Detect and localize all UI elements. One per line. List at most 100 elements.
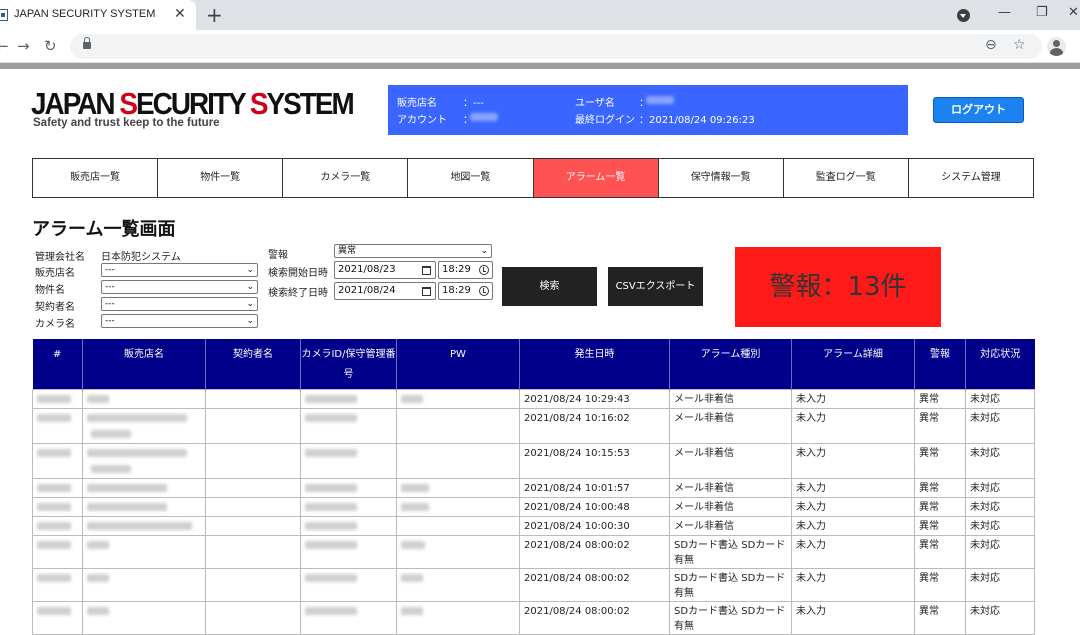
alarm-select[interactable]: 異常 ⌄ [334,244,492,258]
cell-alarm-type: SDカード書込 SDカード有無 [669,600,792,635]
cell-alarm: 異常 [914,388,966,409]
cell-alarm: 異常 [914,600,966,635]
cell-empty [205,567,301,602]
search-button[interactable]: 検索 [502,267,597,306]
cell-redacted [32,534,83,569]
col-header-contractor[interactable]: 契約者名 [205,339,301,389]
table-row[interactable]: 2021/08/24 10:00:30 メール非着信 未入力 異常 未対応 [32,515,1035,536]
company-label: 管理会社名 [35,252,85,263]
cell-redacted [82,496,206,517]
calendar-icon[interactable] [422,266,431,275]
main-nav: 販売店一覧 物件一覧 カメラ一覧 地図一覧 アラーム一覧 保守情報一覧 監査ログ… [32,158,1034,198]
cell-redacted [300,567,397,602]
dealer-label: 販売店名 [397,98,437,109]
table-row[interactable]: 2021/08/24 08:00:02 SDカード書込 SDカード有無 未入力 … [32,567,1035,602]
contractor-select[interactable]: --- ⌄ [101,297,258,311]
cell-alarm: 異常 [914,567,966,602]
cell-redacted [32,388,83,409]
cell-redacted [396,388,520,409]
cell-status: 未対応 [965,515,1035,536]
nav-audit-log[interactable]: 監査ログ一覧 [784,159,909,197]
cell-datetime: 2021/08/24 08:00:02 [519,600,670,635]
window-close-icon[interactable]: ✕ [1068,5,1079,20]
property-select-value: --- [105,282,115,292]
cell-datetime: 2021/08/24 10:16:02 [519,407,670,444]
property-filter-label: 物件名 [35,285,65,296]
csv-export-button[interactable]: CSVエクスポート [608,267,703,306]
clock-icon[interactable] [479,286,489,296]
col-header-alarm[interactable]: 警報 [914,339,966,389]
end-date-input[interactable]: 2021/08/24 [334,282,436,300]
user-info-panel: 販売店名 ：--- アカウント ： ユーザ名 ： 最終ログイン ：2021/08… [388,85,908,135]
chevron-down-icon: ⌄ [246,265,254,275]
logo-text: YSTEM [266,86,355,121]
start-datetime-label: 検索開始日時 [268,268,328,279]
cell-datetime: 2021/08/24 08:00:02 [519,534,670,569]
cell-redacted [32,567,83,602]
table-row[interactable]: 2021/08/24 08:00:02 SDカード書込 SDカード有無 未入力 … [32,600,1035,635]
new-tab-icon[interactable]: + [206,3,223,27]
cell-status: 未対応 [965,567,1035,602]
col-header-alarm-type[interactable]: アラーム種別 [669,339,792,389]
forward-icon[interactable]: → [17,37,30,55]
profile-avatar-icon[interactable] [1047,37,1066,56]
start-time-input[interactable]: 18:29 [438,261,493,279]
bookmark-star-icon[interactable]: ☆ [1013,37,1026,53]
col-header-datetime[interactable]: 発生日時 [519,339,670,389]
tab-close-icon[interactable]: ✕ [174,6,186,22]
restore-icon[interactable]: ❐ [1036,5,1048,20]
table-row[interactable]: 2021/08/24 10:00:48 メール非着信 未入力 異常 未対応 [32,496,1035,517]
col-header-pw[interactable]: PW [396,339,520,389]
nav-cameras[interactable]: カメラ一覧 [283,159,409,197]
nav-maintenance[interactable]: 保守情報一覧 [659,159,784,197]
cell-redacted [82,534,206,569]
col-header-alarm-detail[interactable]: アラーム詳細 [791,339,915,389]
cell-alarm-type: メール非着信 [669,496,792,517]
cell-alarm-detail: 未入力 [791,388,915,409]
col-header-camera-id[interactable]: カメラID/保守管理番号 [300,339,397,389]
reload-icon[interactable]: ↻ [44,37,57,55]
table-row[interactable]: 2021/08/24 10:15:53 メール非着信 未入力 異常 未対応 [32,442,1035,479]
nav-alarms[interactable]: アラーム一覧 [533,159,659,197]
table-row[interactable]: 2021/08/24 10:16:02 メール非着信 未入力 異常 未対応 [32,407,1035,444]
browser-toolbar: ← → ↻ ⊖ ☆ [0,30,1080,63]
cell-empty [205,388,301,409]
zoom-icon[interactable]: ⊖ [985,37,997,53]
back-icon[interactable]: ← [0,37,9,55]
cell-status: 未対応 [965,388,1035,409]
cell-redacted [300,496,397,517]
account-label: アカウント [397,115,447,126]
minimize-icon[interactable]: — [998,5,1011,20]
start-date-input[interactable]: 2021/08/23 [334,261,436,279]
cell-alarm: 異常 [914,477,966,498]
address-bar[interactable]: ⊖ ☆ [70,34,1042,59]
end-time-input[interactable]: 18:29 [438,282,493,300]
dealer-select[interactable]: --- ⌄ [101,263,258,277]
cell-redacted [396,600,520,635]
nav-system-admin[interactable]: システム管理 [909,159,1033,197]
logout-button[interactable]: ログアウト [933,97,1024,123]
cell-redacted [32,600,83,635]
property-select[interactable]: --- ⌄ [101,280,258,294]
clock-icon[interactable] [479,265,489,275]
nav-dealers[interactable]: 販売店一覧 [33,159,159,197]
table-row[interactable]: 2021/08/24 10:29:43 メール非着信 未入力 異常 未対応 [32,388,1035,409]
camera-select[interactable]: --- ⌄ [101,314,258,328]
tab-search-icon[interactable] [957,9,970,22]
col-header-dealer[interactable]: 販売店名 [82,339,206,389]
cell-alarm: 異常 [914,515,966,536]
table-row[interactable]: 2021/08/24 10:01:57 メール非着信 未入力 異常 未対応 [32,477,1035,498]
table-row[interactable]: 2021/08/24 08:00:02 SDカード書込 SDカード有無 未入力 … [32,534,1035,569]
camera-select-value: --- [105,316,115,326]
nav-properties[interactable]: 物件一覧 [158,159,284,197]
cell-empty [396,407,520,444]
cell-empty [205,534,301,569]
col-header-index[interactable]: # [32,339,83,389]
calendar-icon[interactable] [422,287,431,296]
user-value-redacted [646,95,674,106]
nav-maps[interactable]: 地図一覧 [408,159,534,197]
chevron-down-icon: ⌄ [246,299,254,309]
cell-redacted [32,442,83,479]
browser-tab[interactable]: JAPAN SECURITY SYSTEM ✕ [0,0,196,30]
col-header-status[interactable]: 対応状況 [965,339,1035,389]
